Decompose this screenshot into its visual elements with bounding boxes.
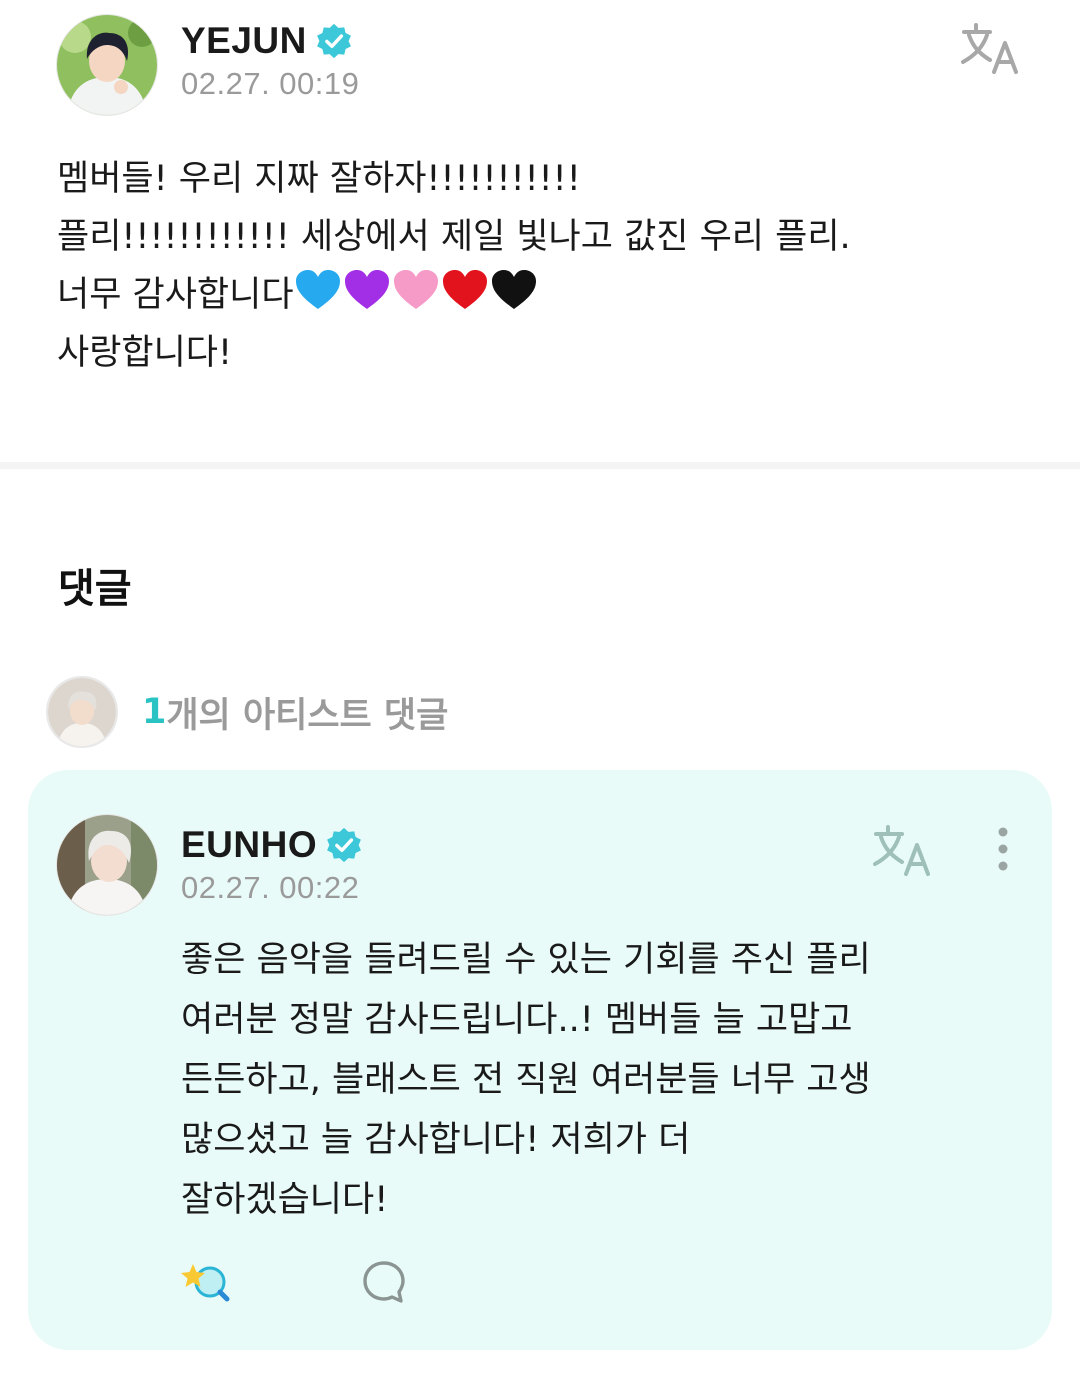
comment-line: 좋은 음악을 들려드릴 수 있는 기회를 주신 플리: [181, 940, 871, 980]
artist-avatar: [46, 676, 118, 748]
black-heart-icon: [491, 270, 536, 309]
comment-line: 여러분 정말 감사드립니다..! 멤버들 늘 고맙고: [181, 1000, 853, 1040]
artist-comment-card: EUNHO 02.27. 00:22 좋은 음악을 들려드릴 수 있는 기회를 …: [28, 770, 1052, 1350]
heart-emoji-group: [294, 268, 538, 312]
artist-comment-label: 개의 아티스트 댓글: [166, 695, 449, 736]
post-line: 사랑합니다!: [57, 333, 233, 373]
author-avatar[interactable]: [56, 14, 158, 116]
post-detail-screen: YEJUN 02.27. 00:19 멤버들! 우리 지짜 잘하자!!!!!!!…: [0, 0, 1080, 1377]
author-name[interactable]: YEJUN: [181, 20, 307, 62]
post-body: 멤버들! 우리 지짜 잘하자!!!!!!!!!!! 플리!!!!!!!!!!!!…: [57, 150, 1037, 382]
comments-title: 댓글: [58, 566, 132, 612]
author-block: YEJUN 02.27. 00:19: [181, 20, 359, 102]
verified-badge-icon: [315, 22, 353, 60]
commenter-avatar[interactable]: [56, 814, 158, 916]
section-divider: [0, 462, 1080, 469]
more-vertical-icon[interactable]: [988, 824, 1018, 874]
pink-heart-icon: [393, 270, 438, 309]
avatar-image: [57, 15, 157, 115]
reply-bubble-icon[interactable]: [360, 1258, 408, 1306]
commenter-name-row[interactable]: EUNHO: [181, 824, 363, 866]
avatar-image: [57, 815, 157, 915]
post-timestamp: 02.27. 00:19: [181, 66, 360, 101]
comment-line: 든든하고, 블래스트 전 직원 여러분들 너무 고생: [181, 1060, 871, 1100]
comment-line: 많으셨고 늘 감사합니다! 저희가 더: [181, 1120, 691, 1160]
comment-body: 좋은 음악을 들려드릴 수 있는 기회를 주신 플리 여러분 정말 감사드립니다…: [181, 930, 1001, 1230]
post-line-with-hearts: 너무 감사합니다: [57, 266, 1037, 324]
post-line: 멤버들! 우리 지짜 잘하자!!!!!!!!!!!: [57, 159, 581, 199]
reaction-icon[interactable]: [180, 1258, 232, 1304]
commenter-block: EUNHO 02.27. 00:22: [181, 824, 363, 906]
artist-comments-summary[interactable]: 1 개의 아티스트 댓글: [46, 674, 448, 750]
red-heart-icon: [442, 270, 487, 309]
post-line: 너무 감사합니다: [57, 275, 294, 315]
post-line: 플리!!!!!!!!!!!! 세상에서 제일 빛나고 값진 우리 플리.: [57, 217, 851, 257]
artist-comment-count: 1: [142, 692, 167, 732]
translate-icon[interactable]: [960, 20, 1024, 76]
comment-timestamp: 02.27. 00:22: [181, 870, 360, 905]
translate-icon[interactable]: [872, 822, 936, 878]
purple-heart-icon: [344, 270, 389, 309]
blue-heart-icon: [295, 270, 340, 309]
author-name-row[interactable]: YEJUN: [181, 20, 353, 62]
verified-badge-icon: [325, 826, 363, 864]
commenter-name[interactable]: EUNHO: [181, 824, 317, 866]
comment-line: 잘하겠습니다!: [181, 1180, 389, 1220]
post-header: YEJUN 02.27. 00:19: [56, 14, 1024, 118]
